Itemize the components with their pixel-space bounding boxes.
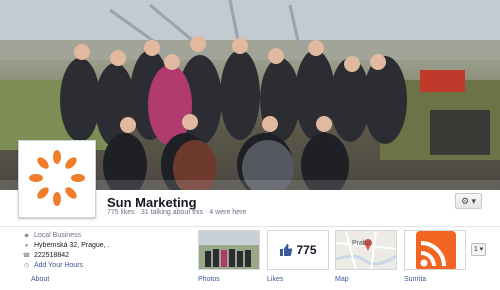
location-pin-icon: ● — [24, 243, 29, 249]
photos-label[interactable]: Photos — [198, 276, 220, 283]
thumbs-up-icon — [280, 244, 293, 256]
photos-thumbnail — [199, 231, 259, 269]
header-divider — [0, 226, 500, 227]
map-city-label: Praha — [352, 240, 371, 247]
rss-icon — [405, 231, 465, 269]
phone-icon: ☎ — [22, 253, 31, 259]
tag-icon: ◆ — [24, 233, 29, 239]
rss-label[interactable]: Sunrita — [404, 276, 426, 283]
address-text: Hybernská 32, Prague, . — [34, 242, 110, 249]
more-apps-dropdown[interactable]: 1 ▾ — [471, 243, 486, 256]
likes-label[interactable]: Likes — [267, 276, 283, 283]
about-link[interactable]: About — [31, 276, 49, 283]
address-row: ● Hybernská 32, Prague, . — [22, 241, 110, 251]
sun-logo-icon — [29, 150, 85, 206]
map-thumbnail — [336, 231, 396, 269]
likes-count: 775 — [296, 243, 317, 257]
add-hours-link[interactable]: Add Your Hours — [34, 261, 83, 271]
likes-app[interactable]: 775 — [267, 230, 329, 270]
clock-icon: ◷ — [23, 263, 30, 269]
phone-text: 222518842 — [34, 252, 70, 259]
about-section: ◆ Local Business ● Hybernská 32, Prague,… — [22, 231, 110, 271]
page-title[interactable]: Sun Marketing — [107, 195, 197, 210]
map-label[interactable]: Map — [335, 276, 349, 283]
map-app[interactable]: Praha — [335, 230, 397, 270]
phone-row: ☎ 222518842 — [22, 251, 110, 261]
hours-row[interactable]: ◷ Add Your Hours — [22, 261, 110, 271]
profile-picture[interactable] — [18, 140, 96, 218]
category-row: ◆ Local Business — [22, 231, 110, 241]
settings-gear-button[interactable]: ⚙ ▾ — [455, 193, 482, 209]
page-stats: 775 likes · 31 talking about this · 4 we… — [107, 209, 247, 216]
category-label: Local Business — [34, 232, 82, 239]
photos-app[interactable] — [198, 230, 260, 270]
rss-app[interactable] — [404, 230, 466, 270]
